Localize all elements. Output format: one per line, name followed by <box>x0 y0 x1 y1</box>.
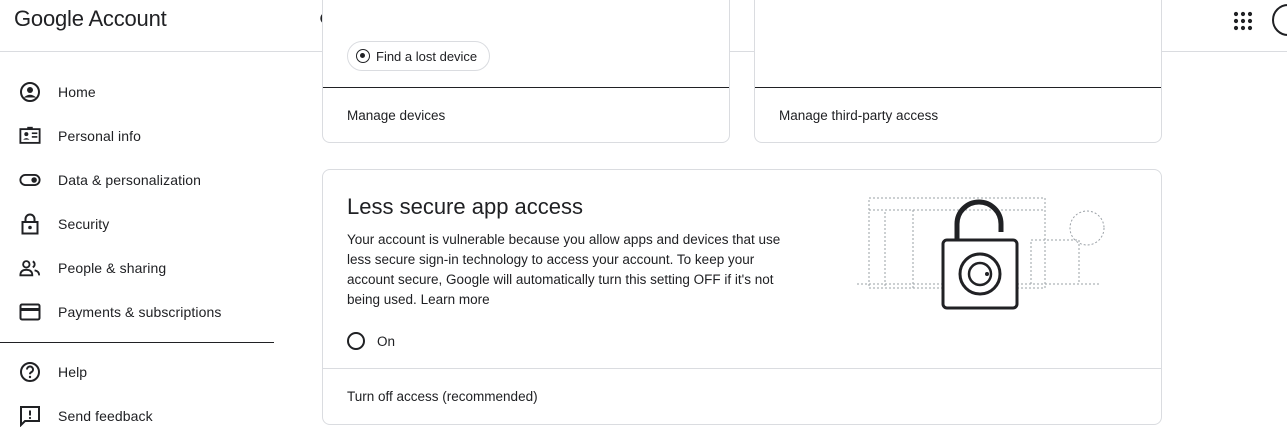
manage-third-party-access-link[interactable]: Manage third-party access <box>755 87 1161 143</box>
manage-devices-label: Manage devices <box>347 108 446 123</box>
manage-devices-link[interactable]: Manage devices <box>323 87 729 143</box>
brand-title[interactable]: Google Account <box>14 6 167 32</box>
location-icon <box>356 49 370 63</box>
third-party-card: Manage third-party access <box>754 0 1162 143</box>
sidebar-item-label: Help <box>58 364 88 380</box>
sidebar-item-label: Home <box>58 84 96 100</box>
sidebar-item-people-sharing[interactable]: People & sharing <box>0 250 290 286</box>
help-icon <box>19 361 41 383</box>
sidebar-item-label: Personal info <box>58 128 142 144</box>
chip-label: Find a lost device <box>376 48 478 64</box>
sidebar-divider <box>0 342 274 343</box>
sidebar-item-data-personalization[interactable]: Data & personalization <box>0 162 290 198</box>
sidebar-item-label: Send feedback <box>58 408 153 424</box>
manage-third-party-label: Manage third-party access <box>779 108 939 123</box>
sidebar-item-label: Data & personalization <box>58 172 202 188</box>
sidebar-item-label: People & sharing <box>58 260 167 276</box>
toggle-icon <box>19 169 41 191</box>
sidebar-item-security[interactable]: Security <box>0 206 290 242</box>
learn-more-link[interactable]: Learn more <box>421 292 490 307</box>
people-icon <box>19 257 41 279</box>
less-secure-app-access-card: Less secure app access Your account is v… <box>322 169 1162 425</box>
sidebar-item-payments-subscriptions[interactable]: Payments & subscriptions <box>0 294 290 330</box>
apps-grid-icon[interactable] <box>1232 10 1254 32</box>
find-lost-device-chip[interactable]: Find a lost device <box>347 41 491 71</box>
section-title: Less secure app access <box>347 194 584 219</box>
section-description: Your account is vulnerable because you a… <box>347 230 797 310</box>
access-status-row[interactable]: On <box>347 332 395 350</box>
lock-icon <box>19 213 41 235</box>
description-text: Your account is vulnerable because you a… <box>347 232 781 307</box>
personal-info-icon <box>19 125 41 147</box>
turn-off-access-label: Turn off access (recommended) <box>347 389 538 404</box>
home-icon <box>19 81 41 103</box>
turn-off-access-link[interactable]: Turn off access (recommended) <box>323 368 1161 424</box>
sidebar-item-help[interactable]: Help <box>0 354 290 390</box>
status-radio[interactable] <box>347 332 365 350</box>
sidebar-item-personal-info[interactable]: Personal info <box>0 118 290 154</box>
sidebar-item-label: Security <box>58 216 110 232</box>
devices-card: Find a lost device Manage devices <box>322 0 730 143</box>
credit-card-icon <box>19 301 41 323</box>
unlocked-padlock-illustration <box>853 192 1113 312</box>
sidebar-item-label: Payments & subscriptions <box>58 304 222 320</box>
status-label: On <box>377 333 396 349</box>
sidebar-item-send-feedback[interactable]: Send feedback <box>0 398 290 434</box>
sidebar-item-home[interactable]: Home <box>0 74 290 110</box>
feedback-icon <box>19 405 41 427</box>
avatar[interactable] <box>1272 4 1287 36</box>
